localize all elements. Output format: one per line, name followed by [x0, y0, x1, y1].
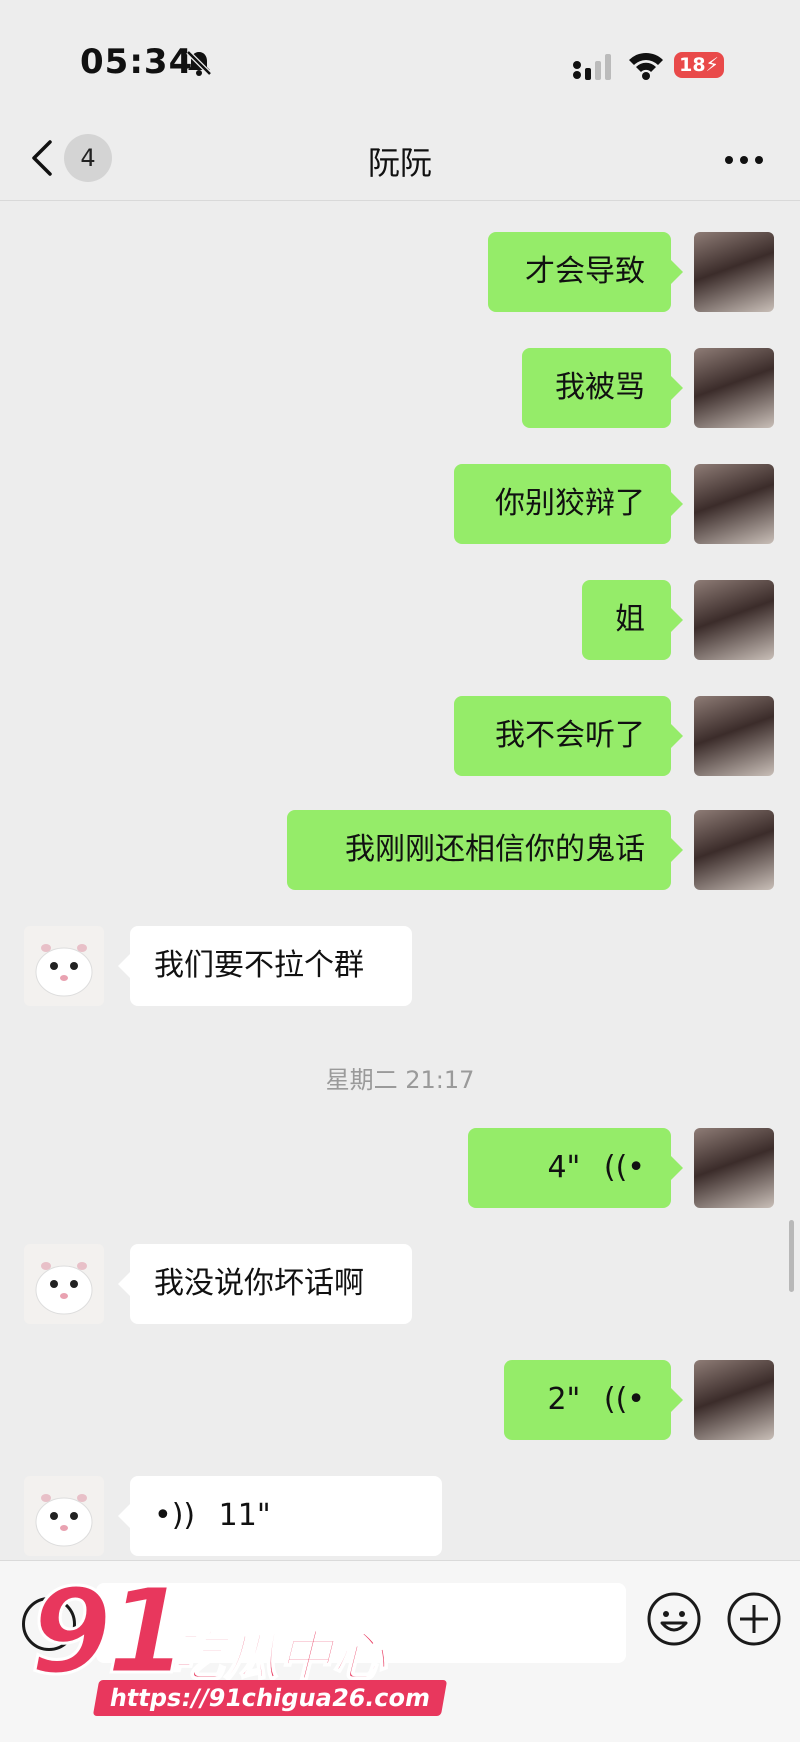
voice-duration: 4": [547, 1150, 581, 1185]
message-bubble-received[interactable]: 我们要不拉个群: [118, 926, 412, 1006]
self-avatar[interactable]: [694, 348, 774, 428]
more-options-icon[interactable]: [724, 154, 764, 166]
contact-avatar[interactable]: [24, 1244, 104, 1324]
emoji-icon[interactable]: [646, 1591, 702, 1647]
cat-avatar-icon: [35, 944, 93, 997]
voice-wave-icon: ((•: [603, 1150, 645, 1185]
watermark-logo-number: 91: [28, 1562, 189, 1700]
voice-message-received[interactable]: •)) 11": [118, 1476, 442, 1556]
contact-avatar[interactable]: [24, 926, 104, 1006]
contact-avatar[interactable]: [24, 1476, 104, 1556]
message-text: 姐: [615, 602, 645, 637]
self-avatar[interactable]: [694, 1128, 774, 1208]
message-text: 我刚刚还相信你的鬼话: [345, 832, 645, 867]
voice-message-sent[interactable]: 4" ((•: [468, 1128, 683, 1208]
watermark-url: https://91chigua26.com: [92, 1680, 448, 1716]
status-time: 05:34: [80, 42, 194, 82]
self-avatar[interactable]: [694, 464, 774, 544]
message-bubble-sent[interactable]: 我被骂: [522, 348, 683, 428]
battery-level: 18: [679, 54, 706, 76]
message-text: 我不会听了: [495, 718, 645, 753]
message-bubble-sent[interactable]: 你别狡辩了: [454, 464, 683, 544]
voice-duration: 11": [218, 1498, 271, 1533]
message-bubble-received[interactable]: 我没说你坏话啊: [118, 1244, 412, 1324]
add-more-icon[interactable]: [726, 1591, 782, 1647]
message-list[interactable]: 才会导致 我被骂 你别狡辩了 姐 我不会听了 我刚刚还相信你的鬼话 我们要不拉个…: [0, 200, 800, 1560]
voice-duration: 2": [547, 1382, 581, 1417]
self-avatar[interactable]: [694, 1360, 774, 1440]
cat-avatar-icon: [35, 1262, 93, 1315]
status-bar: 05:34 18⚡: [0, 0, 800, 120]
battery-indicator: 18⚡: [674, 52, 724, 78]
message-text: 我被骂: [555, 370, 645, 405]
message-bubble-sent[interactable]: 姐: [582, 580, 683, 660]
wifi-icon: [629, 52, 663, 80]
message-bubble-sent[interactable]: 我不会听了: [454, 696, 683, 776]
time-divider: 星期二 21:17: [325, 1066, 475, 1094]
bell-muted-icon: [186, 50, 212, 76]
chat-header: 4 阮阮: [0, 120, 800, 201]
message-text: 我没说你坏话啊: [154, 1266, 364, 1301]
self-avatar[interactable]: [694, 232, 774, 312]
message-text: 才会导致: [525, 254, 645, 289]
self-avatar[interactable]: [694, 810, 774, 890]
voice-message-sent[interactable]: 2" ((•: [504, 1360, 683, 1440]
scrollbar[interactable]: [789, 1220, 794, 1292]
voice-wave-icon: •)): [154, 1498, 196, 1533]
cat-avatar-icon: [35, 1494, 93, 1547]
message-text: 我们要不拉个群: [154, 948, 364, 983]
self-avatar[interactable]: [694, 696, 774, 776]
chat-title: 阮阮: [367, 144, 432, 182]
voice-wave-icon: ((•: [603, 1382, 645, 1417]
message-bubble-sent[interactable]: 才会导致: [488, 232, 683, 312]
self-avatar[interactable]: [694, 580, 774, 660]
message-bubble-sent[interactable]: 我刚刚还相信你的鬼话: [287, 810, 683, 890]
message-text: 你别狡辩了: [495, 486, 645, 521]
cellular-signal-icon: [573, 54, 611, 80]
